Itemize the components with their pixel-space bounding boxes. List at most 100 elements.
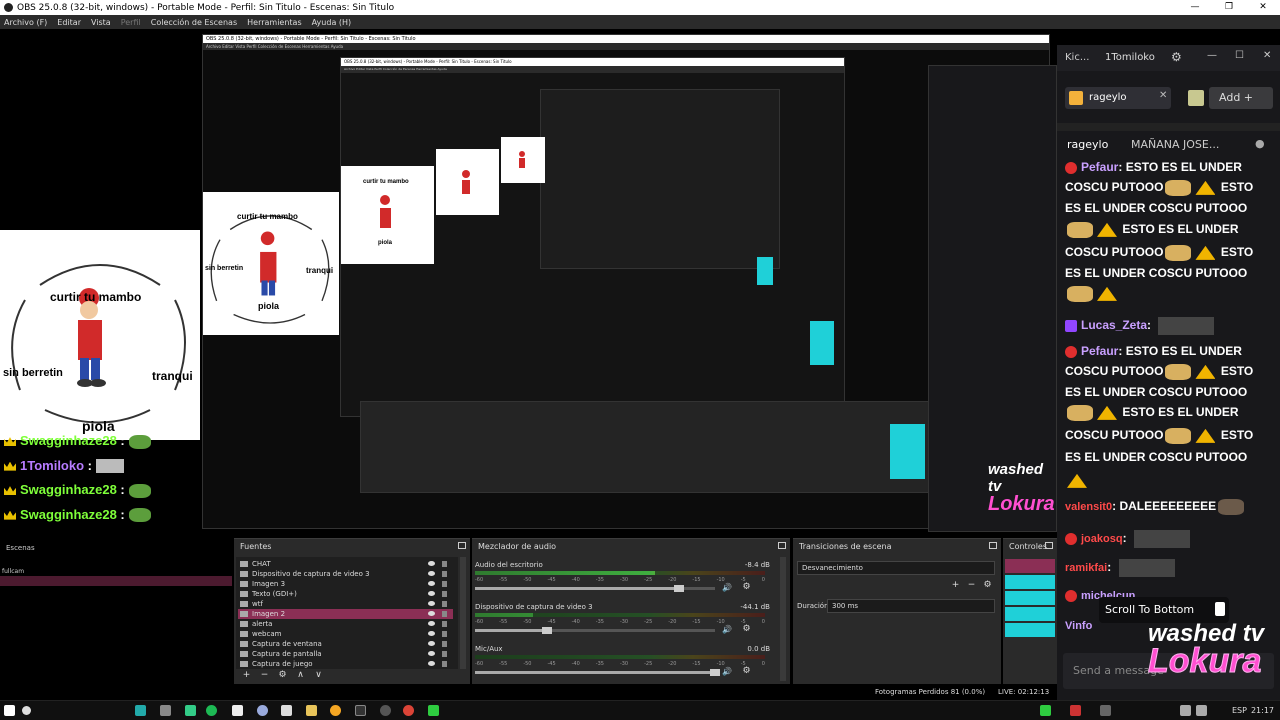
- lock-icon[interactable]: [442, 611, 447, 617]
- taskbar-app-icon[interactable]: [135, 705, 146, 716]
- chat-user[interactable]: Pefaur: [1081, 160, 1118, 174]
- source-row[interactable]: Captura de ventana: [238, 639, 453, 649]
- taskbar-app-icon[interactable]: [160, 705, 171, 716]
- source-row[interactable]: Captura de juego: [238, 659, 453, 669]
- user-icon[interactable]: ●: [1255, 137, 1265, 150]
- source-row[interactable]: Dispositivo de captura de video 3: [238, 569, 453, 579]
- source-row[interactable]: wtf: [238, 599, 453, 609]
- lock-icon[interactable]: [442, 561, 447, 567]
- exit-button[interactable]: [1005, 623, 1055, 637]
- search-icon[interactable]: [22, 706, 31, 715]
- lock-icon[interactable]: [442, 621, 447, 627]
- taskbar-app-icon[interactable]: [428, 705, 439, 716]
- eye-icon[interactable]: [428, 611, 435, 616]
- spotify-icon[interactable]: [206, 705, 217, 716]
- chat-close-icon[interactable]: ✕: [1263, 50, 1271, 61]
- chat-user[interactable]: ramikfai: [1065, 562, 1107, 574]
- tab-close-icon[interactable]: ✕: [1159, 90, 1167, 101]
- source-row[interactable]: alerta: [238, 619, 453, 629]
- obs-taskbar-icon[interactable]: [380, 705, 391, 716]
- speaker-icon[interactable]: 🔊: [722, 625, 732, 634]
- language-indicator[interactable]: ESP: [1232, 706, 1247, 715]
- source-row[interactable]: Texto (GDI+): [238, 589, 453, 599]
- chat-minimize-icon[interactable]: —: [1207, 50, 1217, 61]
- move-down-icon[interactable]: ∨: [314, 671, 323, 680]
- close-button[interactable]: ✕: [1246, 0, 1280, 15]
- minimize-button[interactable]: —: [1178, 0, 1212, 15]
- menu-vista[interactable]: Vista: [91, 18, 111, 27]
- controls-float-icon[interactable]: [1045, 542, 1053, 549]
- move-up-icon[interactable]: ∧: [296, 671, 305, 680]
- taskbar-app-icon[interactable]: [257, 705, 268, 716]
- source-row[interactable]: Captura de pantalla: [238, 649, 453, 659]
- volume-icon[interactable]: [1196, 705, 1207, 716]
- speaker-icon[interactable]: 🔊: [722, 667, 732, 676]
- chat-user[interactable]: Vinfo: [1065, 620, 1092, 632]
- transitions-float-icon[interactable]: [989, 542, 997, 549]
- volume-slider[interactable]: [475, 585, 715, 592]
- taskbar-app-icon[interactable]: [185, 705, 196, 716]
- eye-icon[interactable]: [428, 651, 435, 656]
- gear-icon[interactable]: ⚙: [742, 667, 751, 676]
- taskbar-app-icon[interactable]: [355, 705, 366, 716]
- lock-icon[interactable]: [442, 591, 447, 597]
- network-icon[interactable]: [1180, 705, 1191, 716]
- folder-icon[interactable]: [306, 705, 317, 716]
- source-row[interactable]: CHAT: [238, 559, 453, 569]
- start-recording-button[interactable]: [1005, 575, 1055, 589]
- eye-icon[interactable]: [428, 641, 435, 646]
- tab-emote-icon[interactable]: [1188, 90, 1204, 106]
- clock[interactable]: 21:17: [1251, 706, 1274, 715]
- eye-icon[interactable]: [428, 581, 435, 586]
- tray-icon[interactable]: [1070, 705, 1081, 716]
- volume-slider-knob[interactable]: [542, 627, 552, 634]
- eye-icon[interactable]: [428, 571, 435, 576]
- menu-ayuda[interactable]: Ayuda (H): [312, 18, 352, 27]
- menu-archivo[interactable]: Archivo (F): [4, 18, 47, 27]
- speaker-icon[interactable]: 🔊: [722, 583, 732, 592]
- maximize-button[interactable]: ❐: [1212, 0, 1246, 15]
- chrome-icon[interactable]: [403, 705, 414, 716]
- chat-user[interactable]: joakosq: [1081, 533, 1123, 545]
- eye-icon[interactable]: [428, 601, 435, 606]
- eye-icon[interactable]: [428, 661, 435, 666]
- remove-source-button[interactable]: −: [260, 671, 269, 680]
- remove-transition-button[interactable]: −: [967, 581, 976, 590]
- menu-perfil[interactable]: Perfil: [121, 18, 141, 27]
- lock-icon[interactable]: [442, 661, 447, 667]
- lock-icon[interactable]: [442, 641, 447, 647]
- start-streaming-button[interactable]: [1005, 559, 1055, 573]
- scene-item-fullcam[interactable]: fullcam: [2, 568, 24, 575]
- chat-user[interactable]: Pefaur: [1081, 344, 1118, 358]
- menu-coleccion-escenas[interactable]: Colección de Escenas: [151, 18, 237, 27]
- gear-icon[interactable]: ⚙: [742, 625, 751, 634]
- eye-icon[interactable]: [428, 561, 435, 566]
- mixer-scrollbar[interactable]: [780, 557, 786, 681]
- taskbar-app-icon[interactable]: [330, 705, 341, 716]
- tray-icon[interactable]: [1040, 705, 1051, 716]
- scene-selected-row[interactable]: [0, 576, 232, 586]
- settings-button[interactable]: [1005, 607, 1055, 621]
- volume-slider[interactable]: [475, 627, 715, 634]
- chat-user[interactable]: valensit0: [1065, 501, 1112, 513]
- menu-editar[interactable]: Editar: [57, 18, 81, 27]
- transition-settings-icon[interactable]: ⚙: [983, 581, 992, 590]
- gear-icon[interactable]: ⚙: [742, 583, 751, 592]
- sources-scrollbar[interactable]: [460, 557, 466, 669]
- duration-input[interactable]: 300 ms: [827, 599, 995, 613]
- source-row[interactable]: Imagen 3: [238, 579, 453, 589]
- chat-maximize-icon[interactable]: ☐: [1235, 50, 1244, 61]
- volume-slider-knob[interactable]: [710, 669, 720, 676]
- eye-icon[interactable]: [428, 631, 435, 636]
- lock-icon[interactable]: [442, 571, 447, 577]
- sources-float-icon[interactable]: [458, 542, 466, 549]
- add-tab-button[interactable]: Add +: [1209, 87, 1273, 109]
- source-settings-icon[interactable]: ⚙: [278, 671, 287, 680]
- lock-icon[interactable]: [442, 601, 447, 607]
- lock-icon[interactable]: [442, 581, 447, 587]
- source-row[interactable]: Imagen 2: [238, 609, 453, 619]
- mixer-float-icon[interactable]: [778, 542, 786, 549]
- volume-slider[interactable]: [475, 669, 720, 676]
- gear-icon[interactable]: ⚙: [1171, 50, 1182, 64]
- file-icon[interactable]: [232, 705, 243, 716]
